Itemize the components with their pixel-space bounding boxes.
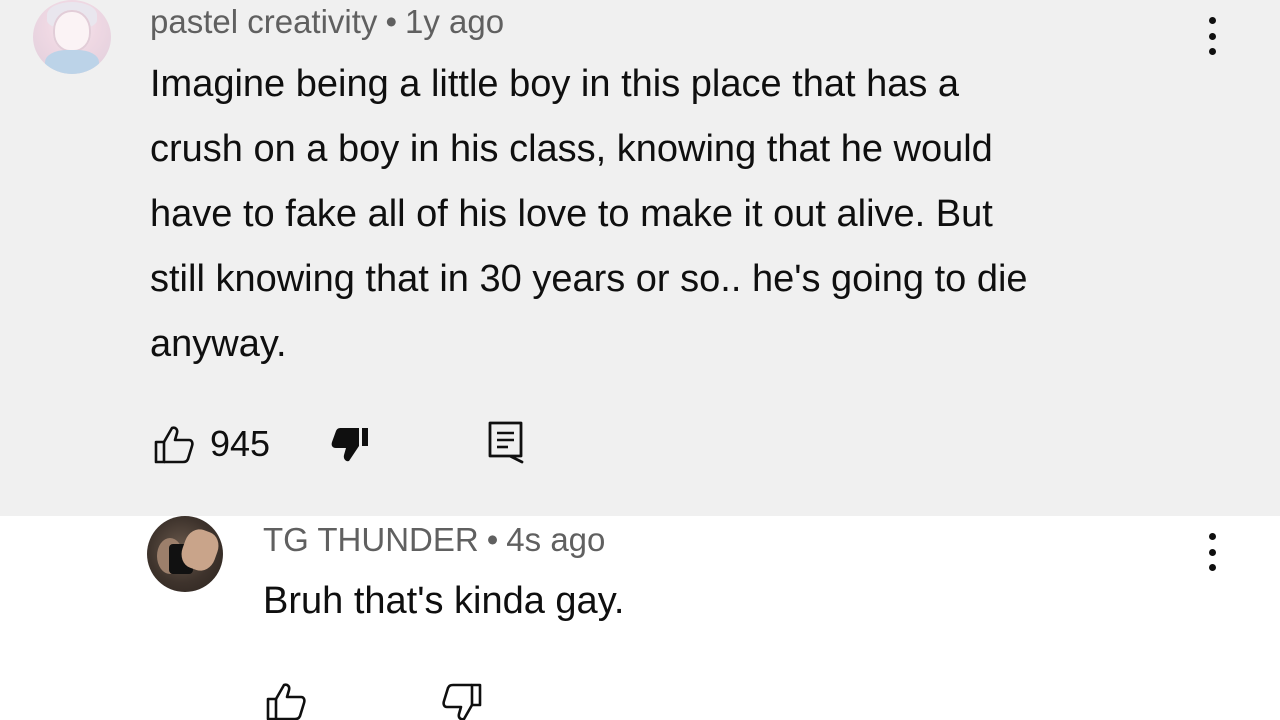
avatar-body xyxy=(45,50,99,74)
like-count: 945 xyxy=(210,423,271,464)
comment-time: 4s ago xyxy=(506,521,606,558)
comment-author[interactable]: TG THUNDER xyxy=(263,521,479,558)
comment-actions: 945 xyxy=(150,420,550,468)
comment-time: 1y ago xyxy=(405,3,505,40)
avatar-face xyxy=(53,10,91,52)
more-vertical-icon[interactable] xyxy=(1208,17,1216,55)
comments-screen: pastel creativity • 1y ago Imagine being a… xyxy=(0,0,1280,720)
avatar[interactable] xyxy=(33,0,111,74)
meta-separator: • xyxy=(385,3,397,40)
comment-meta: pastel creativity • 1y ago xyxy=(150,0,504,44)
comment-author[interactable]: pastel creativity xyxy=(150,3,377,40)
avatar[interactable] xyxy=(147,516,223,592)
thumbs-up-icon[interactable] xyxy=(265,682,307,720)
reply-icon[interactable] xyxy=(486,420,526,464)
comment-meta: TG THUNDER • 4s ago xyxy=(263,518,605,562)
thumbs-up-icon[interactable] xyxy=(153,425,195,465)
more-vertical-icon[interactable] xyxy=(1208,533,1216,571)
comment-thread-reply: TG THUNDER • 4s ago Bruh that's kinda gay. xyxy=(0,516,1280,720)
comment-body: Bruh that's kinda gay. xyxy=(263,580,625,622)
comment-thread-main: pastel creativity • 1y ago Imagine being a… xyxy=(0,0,1280,516)
comment-body: Imagine being a little boy in this place… xyxy=(150,63,1028,365)
meta-separator: • xyxy=(486,521,499,558)
thumbs-down-icon[interactable] xyxy=(441,682,483,720)
thumbs-down-icon[interactable] xyxy=(329,424,371,464)
